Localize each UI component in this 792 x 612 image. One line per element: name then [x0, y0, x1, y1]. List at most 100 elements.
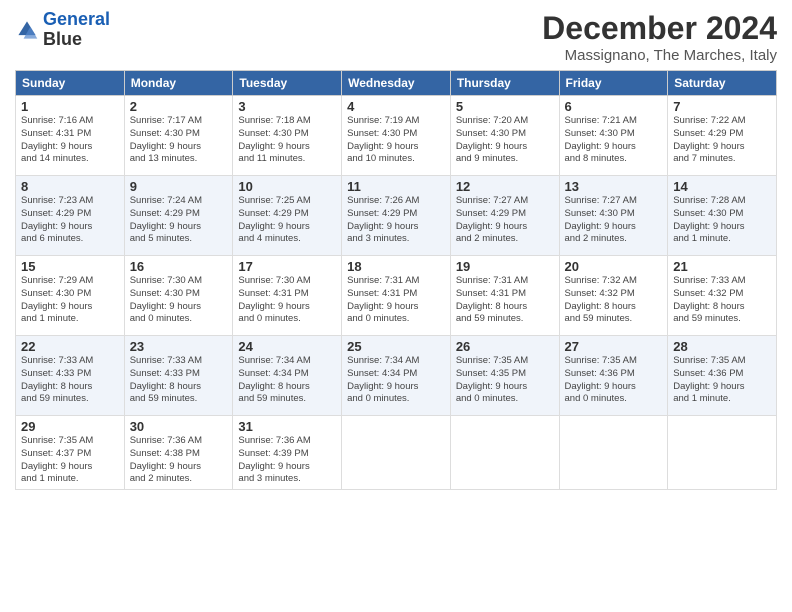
day-info: Sunrise: 7:34 AM Sunset: 4:34 PM Dayligh…	[238, 355, 336, 406]
day-info: Sunrise: 7:20 AM Sunset: 4:30 PM Dayligh…	[456, 115, 554, 166]
day-info: Sunrise: 7:16 AM Sunset: 4:31 PM Dayligh…	[21, 115, 119, 166]
day-info: Sunrise: 7:33 AM Sunset: 4:32 PM Dayligh…	[673, 275, 771, 326]
day-number: 14	[673, 179, 771, 194]
day-number: 17	[238, 259, 336, 274]
day-info: Sunrise: 7:32 AM Sunset: 4:32 PM Dayligh…	[565, 275, 663, 326]
day-number: 13	[565, 179, 663, 194]
calendar-cell: 23Sunrise: 7:33 AM Sunset: 4:33 PM Dayli…	[124, 336, 233, 416]
day-info: Sunrise: 7:29 AM Sunset: 4:30 PM Dayligh…	[21, 275, 119, 326]
day-number: 28	[673, 339, 771, 354]
day-info: Sunrise: 7:35 AM Sunset: 4:37 PM Dayligh…	[21, 435, 119, 486]
day-number: 9	[130, 179, 228, 194]
calendar-cell: 5Sunrise: 7:20 AM Sunset: 4:30 PM Daylig…	[450, 96, 559, 176]
day-info: Sunrise: 7:33 AM Sunset: 4:33 PM Dayligh…	[130, 355, 228, 406]
day-info: Sunrise: 7:31 AM Sunset: 4:31 PM Dayligh…	[347, 275, 445, 326]
calendar-cell: 4Sunrise: 7:19 AM Sunset: 4:30 PM Daylig…	[342, 96, 451, 176]
calendar-cell: 30Sunrise: 7:36 AM Sunset: 4:38 PM Dayli…	[124, 416, 233, 490]
calendar-week-row: 15Sunrise: 7:29 AM Sunset: 4:30 PM Dayli…	[16, 256, 777, 336]
calendar-cell: 31Sunrise: 7:36 AM Sunset: 4:39 PM Dayli…	[233, 416, 342, 490]
calendar-week-row: 29Sunrise: 7:35 AM Sunset: 4:37 PM Dayli…	[16, 416, 777, 490]
day-number: 4	[347, 99, 445, 114]
day-number: 29	[21, 419, 119, 434]
day-number: 3	[238, 99, 336, 114]
subtitle: Massignano, The Marches, Italy	[542, 47, 777, 64]
day-info: Sunrise: 7:27 AM Sunset: 4:29 PM Dayligh…	[456, 195, 554, 246]
calendar-cell	[450, 416, 559, 490]
calendar-cell: 9Sunrise: 7:24 AM Sunset: 4:29 PM Daylig…	[124, 176, 233, 256]
day-info: Sunrise: 7:35 AM Sunset: 4:35 PM Dayligh…	[456, 355, 554, 406]
day-number: 25	[347, 339, 445, 354]
calendar-cell: 27Sunrise: 7:35 AM Sunset: 4:36 PM Dayli…	[559, 336, 668, 416]
day-info: Sunrise: 7:17 AM Sunset: 4:30 PM Dayligh…	[130, 115, 228, 166]
day-info: Sunrise: 7:30 AM Sunset: 4:31 PM Dayligh…	[238, 275, 336, 326]
calendar-table: SundayMondayTuesdayWednesdayThursdayFrid…	[15, 70, 777, 490]
calendar-cell: 7Sunrise: 7:22 AM Sunset: 4:29 PM Daylig…	[668, 96, 777, 176]
day-info: Sunrise: 7:33 AM Sunset: 4:33 PM Dayligh…	[21, 355, 119, 406]
calendar-body: 1Sunrise: 7:16 AM Sunset: 4:31 PM Daylig…	[16, 96, 777, 490]
day-number: 23	[130, 339, 228, 354]
calendar-header-cell: Tuesday	[233, 71, 342, 96]
calendar-week-row: 22Sunrise: 7:33 AM Sunset: 4:33 PM Dayli…	[16, 336, 777, 416]
day-info: Sunrise: 7:30 AM Sunset: 4:30 PM Dayligh…	[130, 275, 228, 326]
calendar-header-cell: Thursday	[450, 71, 559, 96]
day-info: Sunrise: 7:18 AM Sunset: 4:30 PM Dayligh…	[238, 115, 336, 166]
title-block: December 2024 Massignano, The Marches, I…	[542, 10, 777, 64]
calendar-header-row: SundayMondayTuesdayWednesdayThursdayFrid…	[16, 71, 777, 96]
day-number: 18	[347, 259, 445, 274]
day-info: Sunrise: 7:22 AM Sunset: 4:29 PM Dayligh…	[673, 115, 771, 166]
day-number: 26	[456, 339, 554, 354]
calendar-header-cell: Saturday	[668, 71, 777, 96]
calendar-cell	[668, 416, 777, 490]
calendar-cell: 10Sunrise: 7:25 AM Sunset: 4:29 PM Dayli…	[233, 176, 342, 256]
day-info: Sunrise: 7:21 AM Sunset: 4:30 PM Dayligh…	[565, 115, 663, 166]
day-number: 10	[238, 179, 336, 194]
calendar-cell: 1Sunrise: 7:16 AM Sunset: 4:31 PM Daylig…	[16, 96, 125, 176]
calendar-week-row: 1Sunrise: 7:16 AM Sunset: 4:31 PM Daylig…	[16, 96, 777, 176]
header: General Blue December 2024 Massignano, T…	[15, 10, 777, 64]
logo-text: General Blue	[43, 10, 110, 50]
calendar-cell: 18Sunrise: 7:31 AM Sunset: 4:31 PM Dayli…	[342, 256, 451, 336]
day-number: 5	[456, 99, 554, 114]
day-number: 22	[21, 339, 119, 354]
calendar-cell: 22Sunrise: 7:33 AM Sunset: 4:33 PM Dayli…	[16, 336, 125, 416]
day-info: Sunrise: 7:28 AM Sunset: 4:30 PM Dayligh…	[673, 195, 771, 246]
day-number: 30	[130, 419, 228, 434]
day-info: Sunrise: 7:25 AM Sunset: 4:29 PM Dayligh…	[238, 195, 336, 246]
calendar-cell: 13Sunrise: 7:27 AM Sunset: 4:30 PM Dayli…	[559, 176, 668, 256]
calendar-cell: 19Sunrise: 7:31 AM Sunset: 4:31 PM Dayli…	[450, 256, 559, 336]
day-number: 19	[456, 259, 554, 274]
day-number: 31	[238, 419, 336, 434]
day-info: Sunrise: 7:35 AM Sunset: 4:36 PM Dayligh…	[565, 355, 663, 406]
calendar-cell: 15Sunrise: 7:29 AM Sunset: 4:30 PM Dayli…	[16, 256, 125, 336]
calendar-cell: 12Sunrise: 7:27 AM Sunset: 4:29 PM Dayli…	[450, 176, 559, 256]
calendar-cell: 2Sunrise: 7:17 AM Sunset: 4:30 PM Daylig…	[124, 96, 233, 176]
calendar-header-cell: Sunday	[16, 71, 125, 96]
calendar-cell	[559, 416, 668, 490]
day-info: Sunrise: 7:23 AM Sunset: 4:29 PM Dayligh…	[21, 195, 119, 246]
calendar-cell: 17Sunrise: 7:30 AM Sunset: 4:31 PM Dayli…	[233, 256, 342, 336]
day-number: 11	[347, 179, 445, 194]
day-info: Sunrise: 7:26 AM Sunset: 4:29 PM Dayligh…	[347, 195, 445, 246]
day-number: 6	[565, 99, 663, 114]
calendar-cell: 20Sunrise: 7:32 AM Sunset: 4:32 PM Dayli…	[559, 256, 668, 336]
calendar-cell: 29Sunrise: 7:35 AM Sunset: 4:37 PM Dayli…	[16, 416, 125, 490]
calendar-cell: 26Sunrise: 7:35 AM Sunset: 4:35 PM Dayli…	[450, 336, 559, 416]
day-info: Sunrise: 7:27 AM Sunset: 4:30 PM Dayligh…	[565, 195, 663, 246]
day-number: 2	[130, 99, 228, 114]
day-number: 15	[21, 259, 119, 274]
day-info: Sunrise: 7:36 AM Sunset: 4:39 PM Dayligh…	[238, 435, 336, 486]
day-number: 24	[238, 339, 336, 354]
day-number: 7	[673, 99, 771, 114]
logo-icon	[15, 18, 39, 42]
day-number: 20	[565, 259, 663, 274]
day-number: 16	[130, 259, 228, 274]
calendar-cell: 6Sunrise: 7:21 AM Sunset: 4:30 PM Daylig…	[559, 96, 668, 176]
month-title: December 2024	[542, 10, 777, 47]
calendar-cell: 28Sunrise: 7:35 AM Sunset: 4:36 PM Dayli…	[668, 336, 777, 416]
day-number: 21	[673, 259, 771, 274]
calendar-cell: 21Sunrise: 7:33 AM Sunset: 4:32 PM Dayli…	[668, 256, 777, 336]
day-info: Sunrise: 7:19 AM Sunset: 4:30 PM Dayligh…	[347, 115, 445, 166]
calendar-cell: 3Sunrise: 7:18 AM Sunset: 4:30 PM Daylig…	[233, 96, 342, 176]
calendar-cell: 24Sunrise: 7:34 AM Sunset: 4:34 PM Dayli…	[233, 336, 342, 416]
calendar-cell	[342, 416, 451, 490]
